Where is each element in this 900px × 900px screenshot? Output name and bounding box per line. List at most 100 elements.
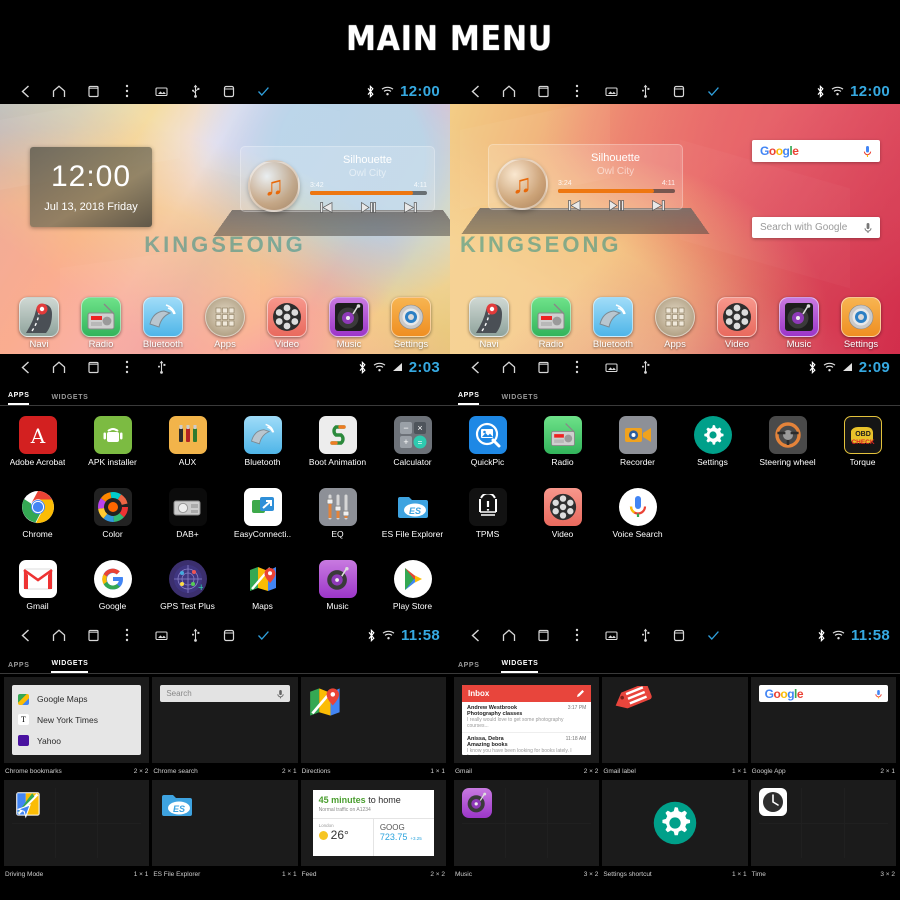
app-item[interactable]: + GPS Test Plus <box>150 550 225 622</box>
dock-item-music[interactable]: Music <box>323 297 375 350</box>
app-item[interactable]: APK installer <box>75 406 150 478</box>
menu-icon[interactable] <box>560 354 594 380</box>
dock-item-music[interactable]: Music <box>773 297 825 350</box>
app-item[interactable]: Google <box>75 550 150 622</box>
app-item[interactable]: EasyConnecti.. <box>225 478 300 550</box>
mic-icon[interactable] <box>277 689 284 699</box>
widget-preview[interactable]: Inbox Andrew Westbrook 3:17 PM Photograph… <box>454 677 600 763</box>
app-item[interactable]: Steering wheel <box>750 406 825 478</box>
app-item[interactable]: AUX <box>150 406 225 478</box>
dock-item-navi[interactable]: Navi <box>463 297 515 350</box>
dock-item-radio[interactable]: Radio <box>75 297 127 350</box>
tab-apps[interactable]: APPS <box>8 662 29 673</box>
back-icon[interactable] <box>458 78 492 104</box>
track-progress-bar[interactable] <box>310 191 427 195</box>
check-icon[interactable] <box>246 78 280 104</box>
check-icon[interactable] <box>246 622 280 648</box>
back-icon[interactable] <box>458 354 492 380</box>
app-item[interactable]: Video <box>525 478 600 550</box>
back-icon[interactable] <box>8 622 42 648</box>
recents-icon[interactable] <box>76 622 110 648</box>
recents-icon[interactable] <box>526 622 560 648</box>
box-icon[interactable] <box>212 622 246 648</box>
track-progress-bar[interactable] <box>558 189 675 193</box>
previous-track-icon[interactable] <box>314 198 340 216</box>
app-item[interactable]: Gmail <box>0 550 75 622</box>
mic-icon[interactable] <box>864 222 872 234</box>
next-track-icon[interactable] <box>397 198 423 216</box>
app-item[interactable]: − × + = Calculator <box>375 406 450 478</box>
app-item[interactable]: EQ <box>300 478 375 550</box>
back-icon[interactable] <box>458 622 492 648</box>
mic-icon[interactable] <box>863 145 872 158</box>
dock-item-video[interactable]: Video <box>261 297 313 350</box>
widget-preview[interactable]: Google Maps T New York Times Yahoo <box>4 677 150 763</box>
menu-icon[interactable] <box>110 354 144 380</box>
app-item[interactable]: OBD CHECK Torque <box>825 406 900 478</box>
app-item[interactable]: Voice Search <box>600 478 675 550</box>
tab-widgets[interactable]: WIDGETS <box>501 394 538 405</box>
app-item[interactable]: Play Store <box>375 550 450 622</box>
search-with-google-widget[interactable]: Search with Google <box>752 217 880 238</box>
dock-item-apps[interactable]: Apps <box>649 297 701 350</box>
play-pause-icon[interactable] <box>603 196 629 214</box>
screenshot-icon[interactable] <box>144 78 178 104</box>
app-item[interactable]: Music <box>300 550 375 622</box>
app-item[interactable]: Maps <box>225 550 300 622</box>
widget-preview[interactable] <box>750 780 896 866</box>
app-item[interactable]: Boot Animation <box>300 406 375 478</box>
menu-icon[interactable] <box>560 622 594 648</box>
next-track-icon[interactable] <box>645 196 671 214</box>
back-icon[interactable] <box>8 78 42 104</box>
usb-icon[interactable] <box>144 354 178 380</box>
tab-widgets[interactable]: WIDGETS <box>51 660 89 673</box>
dock-item-radio[interactable]: Radio <box>525 297 577 350</box>
dock-item-bluetooth[interactable]: Bluetooth <box>587 297 639 350</box>
play-pause-icon[interactable] <box>355 198 381 216</box>
app-item[interactable]: Chrome <box>0 478 75 550</box>
google-search-widget[interactable]: Google <box>752 140 880 162</box>
home-icon[interactable] <box>492 78 526 104</box>
screenshot-icon[interactable] <box>594 354 628 380</box>
widget-item[interactable]: Directions 1 × 1 <box>300 677 446 775</box>
box-icon[interactable] <box>662 78 696 104</box>
dock-item-settings[interactable]: Settings <box>385 297 437 350</box>
screenshot-icon[interactable] <box>594 78 628 104</box>
check-icon[interactable] <box>696 622 730 648</box>
app-item[interactable]: ES ES File Explorer <box>375 478 450 550</box>
widget-preview[interactable] <box>602 677 748 763</box>
chrome-search-box[interactable]: Search <box>160 685 290 702</box>
recents-icon[interactable] <box>526 78 560 104</box>
home-icon[interactable] <box>492 354 526 380</box>
dock-item-settings[interactable]: Settings <box>835 297 887 350</box>
dock-item-video[interactable]: Video <box>711 297 763 350</box>
widget-item[interactable]: Time 3 × 2 <box>750 780 896 878</box>
widget-item[interactable]: 45 minutes to home Normal traffic on A12… <box>300 780 446 878</box>
usb-icon[interactable] <box>178 622 212 648</box>
app-item[interactable]: TPMS <box>450 478 525 550</box>
compose-icon[interactable] <box>576 689 585 698</box>
music-widget[interactable]: ♫ Silhouette Owl City 3:42 4:11 <box>213 146 450 237</box>
widget-item[interactable]: Search Chrome search 2 × 1 <box>152 677 298 775</box>
widget-item[interactable]: Settings shortcut 1 × 1 <box>602 780 748 878</box>
tab-apps[interactable]: APPS <box>458 392 480 405</box>
box-icon[interactable] <box>212 78 246 104</box>
screenshot-icon[interactable] <box>144 622 178 648</box>
home-icon[interactable] <box>492 622 526 648</box>
widget-preview[interactable] <box>454 780 600 866</box>
widget-item[interactable]: Google Google App 2 × 1 <box>750 677 896 775</box>
app-item[interactable]: A Adobe Acrobat <box>0 406 75 478</box>
app-item[interactable]: Settings <box>675 406 750 478</box>
mic-icon[interactable] <box>875 689 882 699</box>
usb-icon[interactable] <box>628 354 662 380</box>
tab-widgets[interactable]: WIDGETS <box>51 394 88 405</box>
widget-preview[interactable] <box>602 780 748 866</box>
widget-item[interactable]: ES ES File Explorer 1 × 1 <box>152 780 298 878</box>
app-item[interactable]: Radio <box>525 406 600 478</box>
music-widget[interactable]: ♫ Silhouette Owl City 3:24 4:11 <box>461 144 710 235</box>
menu-icon[interactable] <box>560 78 594 104</box>
widget-preview[interactable]: Search <box>152 677 298 763</box>
tab-apps[interactable]: APPS <box>8 392 30 405</box>
home-icon[interactable] <box>42 354 76 380</box>
widget-preview[interactable]: 45 minutes to home Normal traffic on A12… <box>300 780 446 866</box>
